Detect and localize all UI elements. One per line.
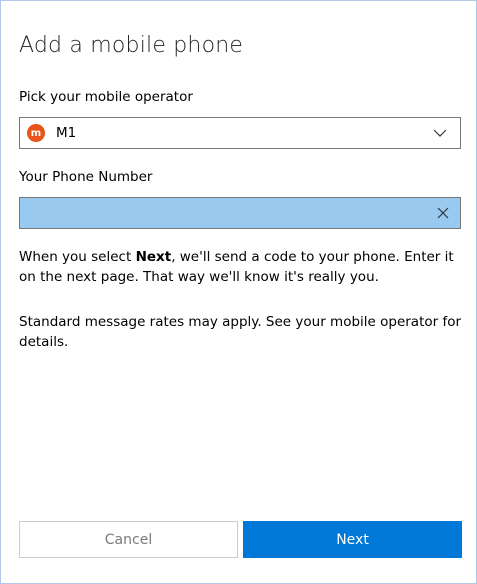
- phone-number-label: Your Phone Number: [19, 169, 153, 185]
- chevron-down-icon[interactable]: [432, 125, 448, 141]
- operator-logo-icon: m: [27, 124, 45, 142]
- add-phone-dialog: Add a mobile phone Pick your mobile oper…: [0, 0, 477, 584]
- operator-selected-value: M1: [56, 125, 77, 141]
- phone-number-field[interactable]: [19, 197, 461, 229]
- operator-logo-text: m: [30, 127, 42, 139]
- operator-select[interactable]: m M1: [19, 117, 461, 149]
- next-instructions-text: When you select Next, we'll send a code …: [19, 247, 467, 287]
- dialog-title: Add a mobile phone: [19, 33, 244, 58]
- instructions-prefix: When you select: [19, 249, 136, 265]
- next-button[interactable]: Next: [243, 521, 462, 558]
- phone-number-input[interactable]: [20, 198, 460, 228]
- cancel-button[interactable]: Cancel: [19, 521, 238, 558]
- message-rates-text: Standard message rates may apply. See yo…: [19, 314, 462, 350]
- operator-label: Pick your mobile operator: [19, 89, 193, 105]
- instructions-next-bold: Next: [135, 249, 172, 265]
- close-icon[interactable]: [436, 206, 450, 220]
